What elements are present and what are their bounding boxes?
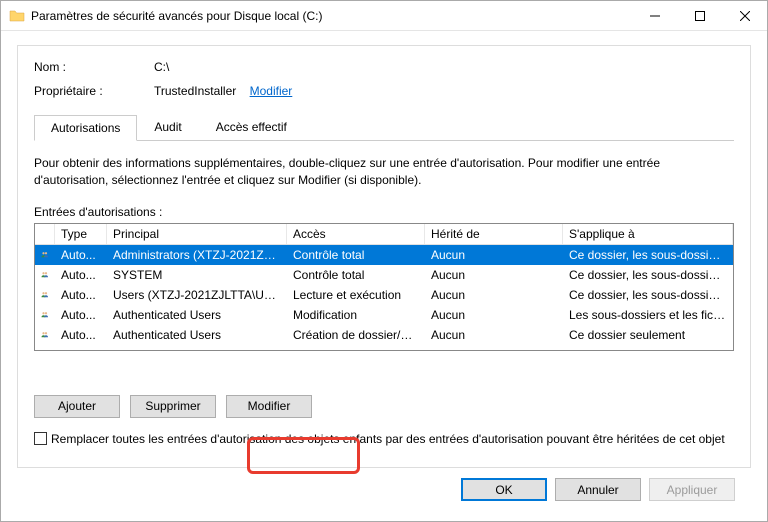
cell-access: Contrôle total: [287, 266, 425, 284]
cell-principal: Administrators (XTZJ-2021ZJL...: [107, 246, 287, 264]
cell-inherited: Aucun: [425, 266, 563, 284]
cell-applies: Les sous-dossiers et les fichiers...: [563, 306, 733, 324]
users-icon: [35, 286, 55, 303]
replace-checkbox-label: Remplacer toutes les entrées d'autorisat…: [51, 432, 725, 446]
replace-checkbox-row[interactable]: Remplacer toutes les entrées d'autorisat…: [34, 432, 734, 446]
titlebar: Paramètres de sécurité avancés pour Disq…: [1, 1, 767, 31]
users-icon: [35, 246, 55, 263]
col-principal[interactable]: Principal: [107, 224, 287, 244]
col-inherited[interactable]: Hérité de: [425, 224, 563, 244]
minimize-button[interactable]: [632, 1, 677, 30]
tab-permissions[interactable]: Autorisations: [34, 115, 137, 141]
cell-inherited: Aucun: [425, 306, 563, 324]
col-type[interactable]: Type: [55, 224, 107, 244]
window-title: Paramètres de sécurité avancés pour Disq…: [31, 9, 632, 23]
owner-text: TrustedInstaller: [154, 84, 236, 98]
advanced-security-window: Paramètres de sécurité avancés pour Disq…: [0, 0, 768, 522]
modify-button[interactable]: Modifier: [226, 395, 312, 418]
folder-icon: [9, 8, 25, 24]
cell-principal: Authenticated Users: [107, 326, 287, 344]
cell-inherited: Aucun: [425, 246, 563, 264]
name-label: Nom :: [34, 60, 154, 74]
table-row[interactable]: Auto...Authenticated UsersModificationAu…: [35, 305, 733, 325]
col-applies[interactable]: S'applique à: [563, 224, 733, 244]
cell-applies: Ce dossier, les sous-dossiers et...: [563, 286, 733, 304]
dialog-buttons: OK Annuler Appliquer: [17, 468, 751, 511]
tab-audit[interactable]: Audit: [137, 114, 198, 140]
cell-applies: Ce dossier, les sous-dossiers et...: [563, 246, 733, 264]
cell-applies: Ce dossier seulement: [563, 326, 733, 344]
cell-access: Contrôle total: [287, 246, 425, 264]
apply-button[interactable]: Appliquer: [649, 478, 735, 501]
maximize-button[interactable]: [677, 1, 722, 30]
cell-principal: SYSTEM: [107, 266, 287, 284]
cell-inherited: Aucun: [425, 326, 563, 344]
cell-applies: Ce dossier, les sous-dossiers et...: [563, 266, 733, 284]
action-buttons: Ajouter Supprimer Modifier: [34, 395, 734, 418]
cell-type: Auto...: [55, 266, 107, 284]
owner-value: TrustedInstaller Modifier: [154, 84, 292, 98]
cell-access: Lecture et exécution: [287, 286, 425, 304]
permissions-table: Type Principal Accès Hérité de S'appliqu…: [34, 223, 734, 351]
cell-type: Auto...: [55, 326, 107, 344]
table-row[interactable]: Auto...Authenticated UsersCréation de do…: [35, 325, 733, 345]
info-text: Pour obtenir des informations supplément…: [34, 155, 734, 189]
table-header: Type Principal Accès Hérité de S'appliqu…: [35, 224, 733, 245]
change-owner-link[interactable]: Modifier: [250, 84, 293, 98]
users-icon: [35, 326, 55, 343]
cell-access: Modification: [287, 306, 425, 324]
content-panel: Nom : C:\ Propriétaire : TrustedInstalle…: [17, 45, 751, 468]
replace-checkbox[interactable]: [34, 432, 47, 445]
tab-effective-access[interactable]: Accès effectif: [199, 114, 304, 140]
entries-label: Entrées d'autorisations :: [34, 205, 734, 219]
cancel-button[interactable]: Annuler: [555, 478, 641, 501]
name-value: C:\: [154, 60, 169, 74]
cell-principal: Users (XTZJ-2021ZJLTTA\Users): [107, 286, 287, 304]
close-button[interactable]: [722, 1, 767, 30]
cell-principal: Authenticated Users: [107, 306, 287, 324]
tabs: Autorisations Audit Accès effectif: [34, 114, 734, 141]
table-row[interactable]: Auto...Administrators (XTZJ-2021ZJL...Co…: [35, 245, 733, 265]
remove-button[interactable]: Supprimer: [130, 395, 216, 418]
add-button[interactable]: Ajouter: [34, 395, 120, 418]
cell-access: Création de dossier/ajo...: [287, 326, 425, 344]
users-icon: [35, 266, 55, 283]
table-row[interactable]: Auto...SYSTEMContrôle totalAucunCe dossi…: [35, 265, 733, 285]
cell-inherited: Aucun: [425, 286, 563, 304]
ok-button[interactable]: OK: [461, 478, 547, 501]
users-icon: [35, 306, 55, 323]
cell-type: Auto...: [55, 246, 107, 264]
owner-label: Propriétaire :: [34, 84, 154, 98]
table-row[interactable]: Auto...Users (XTZJ-2021ZJLTTA\Users)Lect…: [35, 285, 733, 305]
cell-type: Auto...: [55, 306, 107, 324]
col-access[interactable]: Accès: [287, 224, 425, 244]
cell-type: Auto...: [55, 286, 107, 304]
